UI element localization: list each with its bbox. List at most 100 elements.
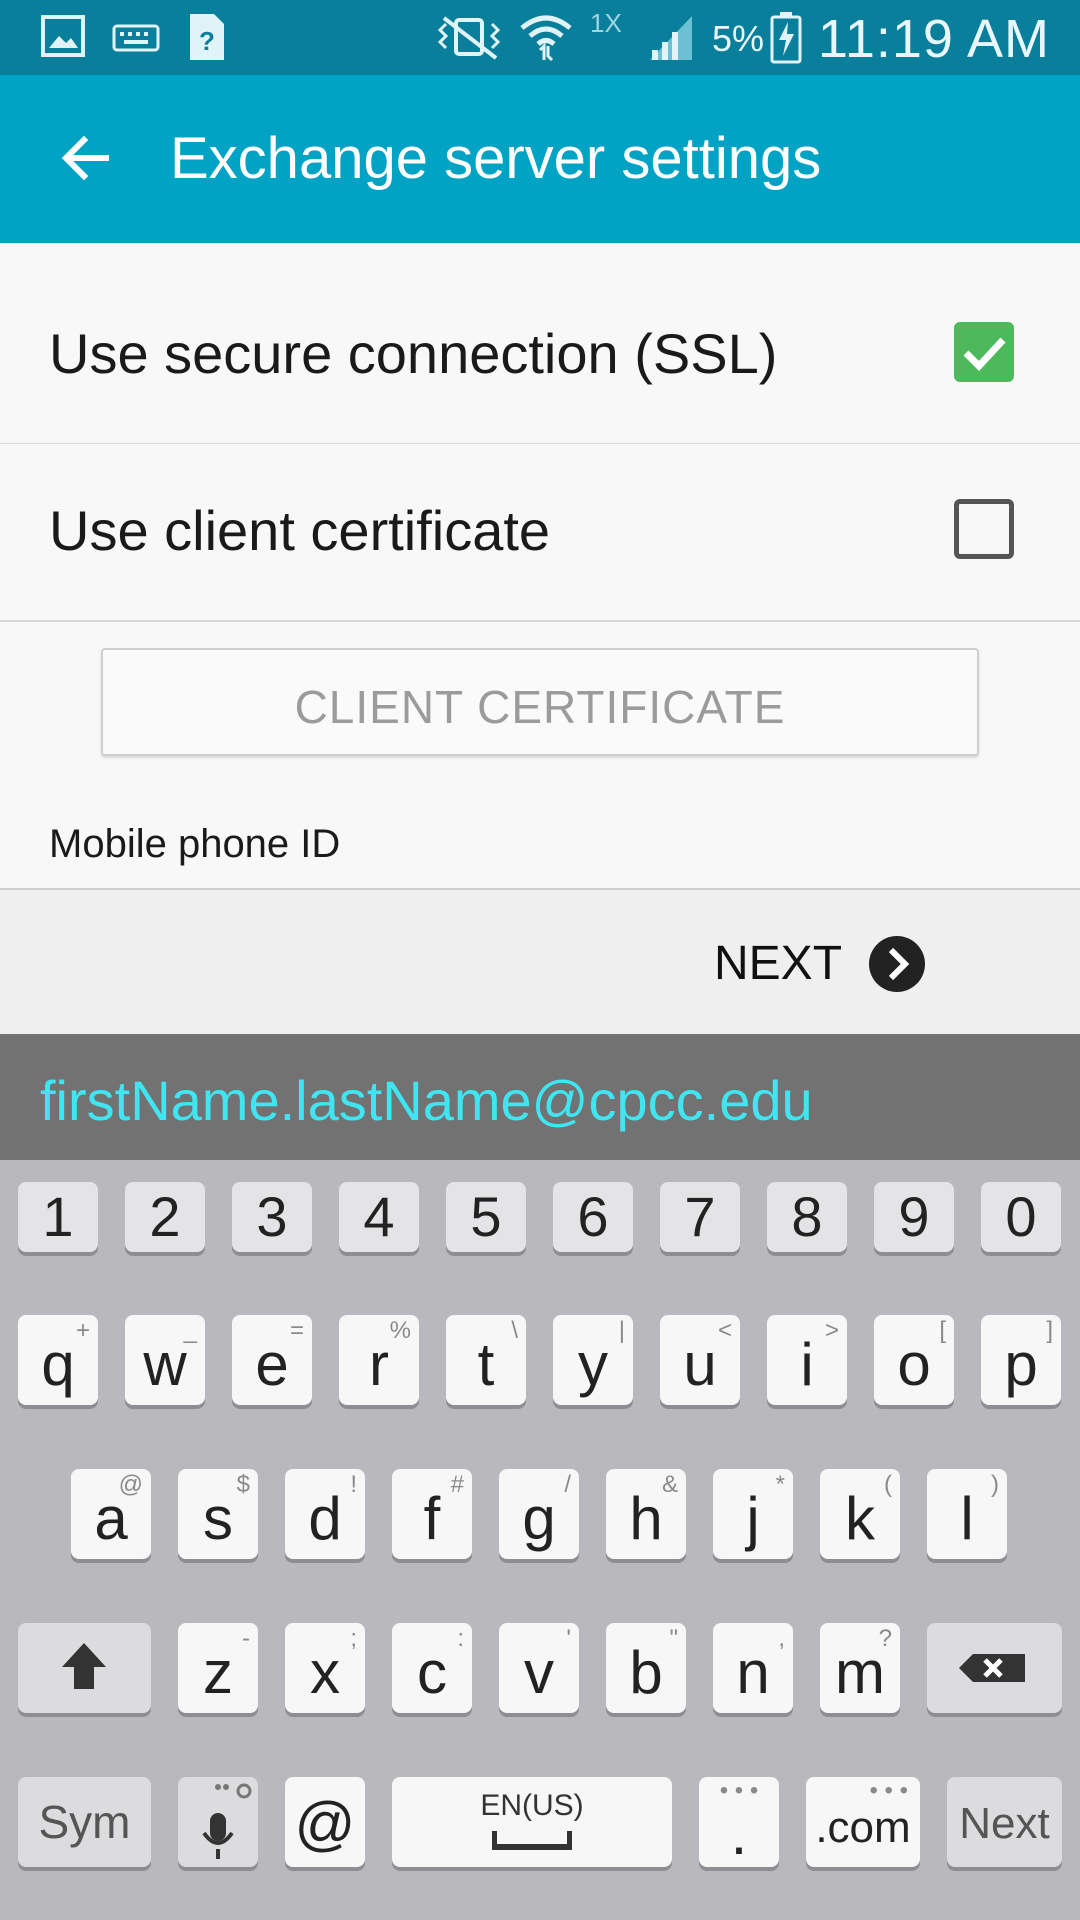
period-key[interactable]: • • • .	[699, 1777, 779, 1867]
shift-arrow-icon	[62, 1643, 106, 1689]
key-char: l	[960, 1485, 974, 1552]
client-certificate-button[interactable]: CLIENT CERTIFICATE	[101, 648, 979, 756]
key-7[interactable]: 7	[660, 1182, 740, 1252]
spacebar-icon	[492, 1831, 572, 1850]
client-certificate-row[interactable]: Use client certificate	[0, 444, 1080, 622]
client-certificate-checkbox[interactable]	[954, 499, 1014, 559]
key-g[interactable]: / g	[499, 1469, 579, 1559]
key-l[interactable]: ) l	[927, 1469, 1007, 1559]
key-u[interactable]: < u	[660, 1315, 740, 1405]
key-p[interactable]: ] p	[981, 1315, 1061, 1405]
client-certificate-label: Use client certificate	[49, 499, 551, 562]
key-s[interactable]: $ s	[178, 1469, 258, 1559]
ssl-setting-row[interactable]: Use secure connection (SSL)	[0, 267, 1080, 445]
key-char: v	[524, 1639, 554, 1706]
voice-input-key[interactable]	[178, 1777, 258, 1867]
svg-text:?: ?	[199, 26, 215, 56]
at-key[interactable]: @	[285, 1777, 365, 1867]
key-6[interactable]: 6	[553, 1182, 633, 1252]
key-char: b	[629, 1639, 663, 1706]
key-4[interactable]: 4	[339, 1182, 419, 1252]
key-i[interactable]: > i	[767, 1315, 847, 1405]
ssl-checkbox[interactable]	[954, 322, 1014, 382]
key-char: w	[143, 1331, 187, 1398]
key-char: x	[310, 1639, 340, 1706]
gallery-icon	[41, 15, 85, 57]
clock: 11:19 AM	[817, 9, 1050, 69]
dot-com-key[interactable]: • • • .com	[806, 1777, 920, 1867]
key-f[interactable]: # f	[392, 1469, 472, 1559]
keyboard-suggestion-bar: firstName.lastName@cpcc.edu	[0, 1034, 1080, 1160]
chevron-right-icon[interactable]	[869, 936, 925, 992]
key-3[interactable]: 3	[232, 1182, 312, 1252]
backspace-key[interactable]	[927, 1623, 1062, 1713]
key-char: t	[477, 1331, 495, 1398]
key-v[interactable]: ' v	[499, 1623, 579, 1713]
check-icon	[963, 337, 1006, 372]
key-z[interactable]: -z	[178, 1623, 258, 1713]
key-c[interactable]: :c	[392, 1623, 472, 1713]
backspace-icon	[959, 1654, 1025, 1682]
vibrate-icon	[437, 16, 501, 60]
mobile-phone-id-label: Mobile phone ID	[49, 822, 341, 866]
status-bar: ? 1X 5% 11:19 AM	[0, 0, 1080, 75]
key-k[interactable]: (k	[820, 1469, 900, 1559]
key-2[interactable]: 2	[125, 1182, 205, 1252]
key-char: c	[417, 1639, 447, 1706]
key-y[interactable]: | y	[553, 1315, 633, 1405]
key-5[interactable]: 5	[446, 1182, 526, 1252]
microphone-icon	[202, 1783, 252, 1859]
help-doc-icon: ?	[190, 14, 224, 60]
key-w[interactable]: _ w	[125, 1315, 205, 1405]
key-char: q	[41, 1331, 75, 1398]
battery-charging-icon	[770, 12, 802, 64]
key-r[interactable]: % r	[339, 1315, 419, 1405]
key-char: p	[1004, 1331, 1038, 1398]
key-char: k	[845, 1485, 875, 1552]
key-char: u	[683, 1331, 717, 1398]
key-char: s	[203, 1485, 233, 1552]
key-char: h	[629, 1485, 663, 1552]
next-key[interactable]: Next	[947, 1777, 1062, 1867]
app-bar: Exchange server settings	[0, 75, 1080, 243]
key-char: a	[94, 1485, 128, 1552]
key-char: i	[800, 1331, 814, 1398]
key-x[interactable]: ; x	[285, 1623, 365, 1713]
shift-key[interactable]	[18, 1623, 151, 1713]
space-key[interactable]: EN(US)	[392, 1777, 672, 1867]
key-char: r	[369, 1331, 389, 1398]
key-b[interactable]: " b	[606, 1623, 686, 1713]
wifi-icon	[520, 15, 572, 62]
footer-bar: NEXT	[0, 890, 1080, 1034]
key-t[interactable]: \ t	[446, 1315, 526, 1405]
key-char: m	[835, 1639, 885, 1706]
sym-key[interactable]: Sym	[18, 1777, 151, 1867]
next-button[interactable]: NEXT	[714, 936, 842, 991]
key-1[interactable]: 1	[18, 1182, 98, 1252]
key-j[interactable]: * j	[713, 1469, 793, 1559]
client-certificate-button-label: CLIENT CERTIFICATE	[294, 681, 786, 733]
key-a[interactable]: @ a	[71, 1469, 151, 1559]
back-arrow-icon[interactable]	[56, 128, 116, 188]
keyboard-icon	[112, 24, 160, 52]
signal-icon	[650, 16, 692, 60]
key-9[interactable]: 9	[874, 1182, 954, 1252]
key-m[interactable]: ? m	[820, 1623, 900, 1713]
key-o[interactable]: [o	[874, 1315, 954, 1405]
key-char: y	[578, 1331, 608, 1398]
key-h[interactable]: & h	[606, 1469, 686, 1559]
key-e[interactable]: = e	[232, 1315, 312, 1405]
key-char: g	[522, 1485, 556, 1552]
key-q[interactable]: + q	[18, 1315, 98, 1405]
key-8[interactable]: 8	[767, 1182, 847, 1252]
key-d[interactable]: ! d	[285, 1469, 365, 1559]
key-char: o	[897, 1331, 931, 1398]
key-char: f	[423, 1485, 441, 1552]
ssl-label: Use secure connection (SSL)	[49, 322, 778, 385]
key-char: n	[736, 1639, 770, 1706]
key-char: j	[746, 1485, 760, 1552]
key-n[interactable]: ,n	[713, 1623, 793, 1713]
key-char: z	[203, 1639, 233, 1706]
email-suggestion[interactable]: firstName.lastName@cpcc.edu	[40, 1068, 813, 1133]
key-0[interactable]: 0	[981, 1182, 1061, 1252]
